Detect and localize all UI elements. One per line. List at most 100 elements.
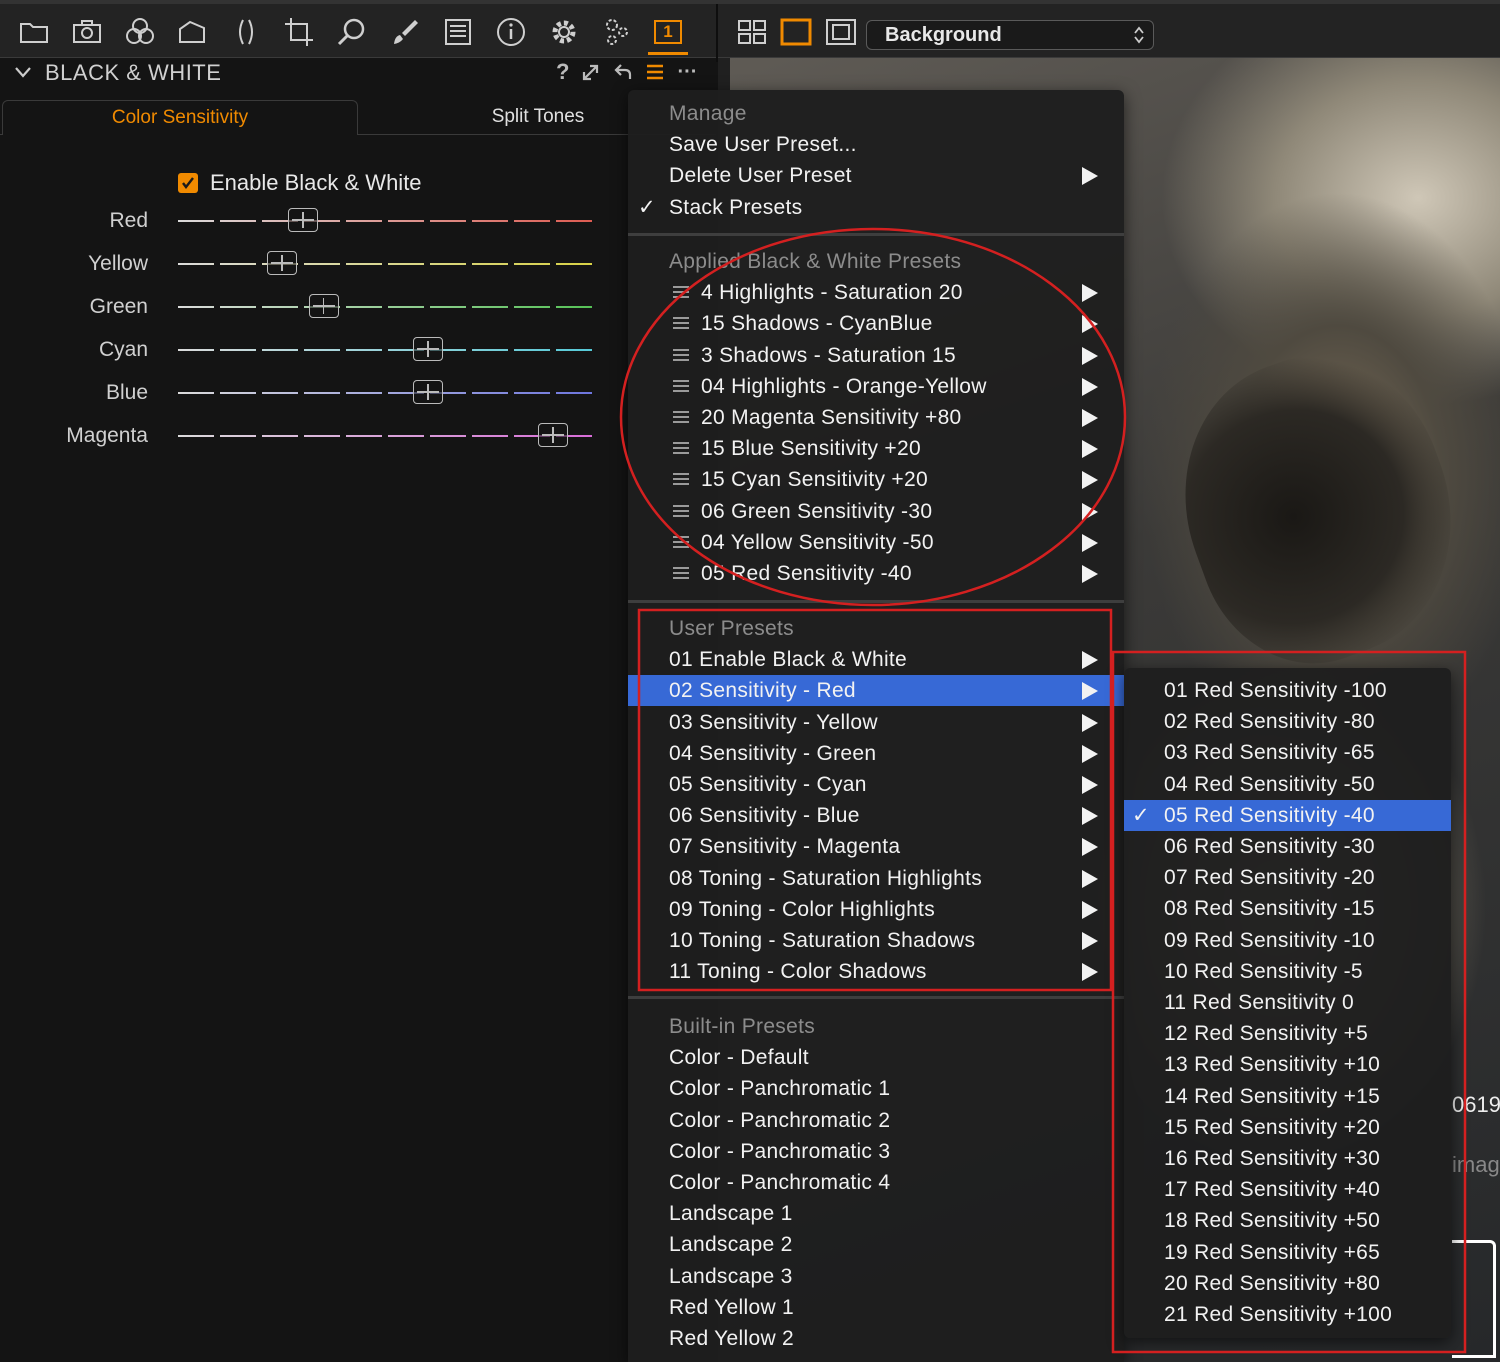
- menu-item-user-preset[interactable]: 05 Sensitivity - Cyan: [628, 769, 1124, 800]
- menu-item-manage[interactable]: Delete User Preset: [628, 160, 1124, 191]
- slider-thumb[interactable]: [288, 208, 319, 232]
- menu-item-builtin-preset[interactable]: Color - Panchromatic 2: [628, 1105, 1124, 1136]
- slider-thumb[interactable]: [413, 380, 444, 404]
- slider-track[interactable]: [178, 251, 595, 275]
- batch-icon[interactable]: [597, 12, 637, 52]
- menu-item-builtin-preset[interactable]: Color - Panchromatic 1: [628, 1073, 1124, 1104]
- enable-checkbox[interactable]: [178, 173, 198, 193]
- folder-icon[interactable]: [14, 12, 54, 52]
- submenu-item-red-sensitivity[interactable]: 09 Red Sensitivity -10: [1124, 925, 1451, 956]
- menu-header-applied: Applied Black & White Presets: [628, 246, 1124, 277]
- menu-item-label: Built-in Presets: [669, 1015, 816, 1038]
- menu-item-applied-preset[interactable]: 05 Red Sensitivity -40: [628, 558, 1124, 589]
- menu-item-manage[interactable]: Save User Preset...: [628, 129, 1124, 160]
- help-icon[interactable]: ?: [556, 59, 569, 85]
- grid-view-icon[interactable]: [732, 12, 772, 52]
- menu-item-builtin-preset[interactable]: Landscape 1: [628, 1198, 1124, 1229]
- menu-item-builtin-preset[interactable]: Landscape 3: [628, 1261, 1124, 1292]
- menu-item-applied-preset[interactable]: 4 Highlights - Saturation 20: [628, 277, 1124, 308]
- menu-item-user-preset[interactable]: 10 Toning - Saturation Shadows: [628, 925, 1124, 956]
- menu-item-manage[interactable]: Stack Presets ✓: [628, 192, 1124, 223]
- presets-menu-icon[interactable]: [645, 62, 665, 82]
- reset-icon[interactable]: [613, 62, 633, 82]
- collapse-chevron-icon[interactable]: [14, 66, 32, 80]
- menu-item-user-preset[interactable]: 04 Sensitivity - Green: [628, 738, 1124, 769]
- submenu-item-red-sensitivity[interactable]: 18 Red Sensitivity +50: [1124, 1205, 1451, 1236]
- submenu-item-red-sensitivity[interactable]: 11 Red Sensitivity 0: [1124, 987, 1451, 1018]
- slider-thumb[interactable]: [538, 423, 569, 447]
- menu-item-builtin-preset[interactable]: Landscape 2: [628, 1229, 1124, 1260]
- menu-item-builtin-preset[interactable]: Color - Panchromatic 3: [628, 1136, 1124, 1167]
- menu-item-user-preset[interactable]: 02 Sensitivity - Red: [628, 675, 1124, 707]
- more-options-icon[interactable]: ···: [677, 61, 697, 84]
- slider-thumb[interactable]: [308, 294, 339, 318]
- submenu-item-red-sensitivity[interactable]: 02 Red Sensitivity -80: [1124, 706, 1451, 737]
- menu-item-applied-preset[interactable]: 15 Shadows - CyanBlue: [628, 308, 1124, 339]
- tab-color-sensitivity[interactable]: Color Sensitivity: [2, 100, 358, 135]
- menu-item-builtin-preset[interactable]: Color - Panchromatic 4: [628, 1167, 1124, 1198]
- custom-tab-1[interactable]: 1: [648, 12, 688, 52]
- single-view-icon[interactable]: [776, 12, 816, 52]
- menu-item-applied-preset[interactable]: 06 Green Sensitivity -30: [628, 496, 1124, 527]
- menu-item-builtin-preset[interactable]: Red Yellow 1: [628, 1292, 1124, 1323]
- menu-item-applied-preset[interactable]: 15 Cyan Sensitivity +20: [628, 464, 1124, 495]
- submenu-item-red-sensitivity[interactable]: 06 Red Sensitivity -30: [1124, 831, 1451, 862]
- menu-item-applied-preset[interactable]: 3 Shadows - Saturation 15: [628, 340, 1124, 371]
- submenu-item-red-sensitivity[interactable]: 20 Red Sensitivity +80: [1124, 1268, 1451, 1299]
- fullscreen-view-icon[interactable]: [821, 12, 861, 52]
- menu-item-applied-preset[interactable]: 04 Highlights - Orange-Yellow: [628, 371, 1124, 402]
- submenu-item-red-sensitivity[interactable]: 03 Red Sensitivity -65: [1124, 737, 1451, 768]
- menu-item-user-preset[interactable]: 08 Toning - Saturation Highlights: [628, 863, 1124, 894]
- menu-item-user-preset[interactable]: 11 Toning - Color Shadows: [628, 956, 1124, 987]
- menu-item-user-preset[interactable]: 01 Enable Black & White: [628, 644, 1124, 675]
- submenu-item-red-sensitivity[interactable]: 12 Red Sensitivity +5: [1124, 1018, 1451, 1049]
- submenu-item-red-sensitivity[interactable]: 04 Red Sensitivity -50: [1124, 769, 1451, 800]
- menu-item-user-preset[interactable]: 07 Sensitivity - Magenta: [628, 831, 1124, 862]
- submenu-item-red-sensitivity[interactable]: 08 Red Sensitivity -15: [1124, 893, 1451, 924]
- slider-track[interactable]: [178, 380, 595, 404]
- slider-track[interactable]: [178, 294, 595, 318]
- submenu-item-red-sensitivity[interactable]: 17 Red Sensitivity +40: [1124, 1174, 1451, 1205]
- info-icon[interactable]: [491, 12, 531, 52]
- slider-thumb[interactable]: [267, 251, 298, 275]
- brush-icon[interactable]: [385, 12, 425, 52]
- submenu-item-red-sensitivity[interactable]: 21 Red Sensitivity +100: [1124, 1299, 1451, 1330]
- camera-icon[interactable]: [67, 12, 107, 52]
- loupe-icon[interactable]: [332, 12, 372, 52]
- menu-item-applied-preset[interactable]: 15 Blue Sensitivity +20: [628, 433, 1124, 464]
- slider-track[interactable]: [178, 423, 595, 447]
- background-select[interactable]: Background: [866, 20, 1154, 50]
- submenu-item-red-sensitivity[interactable]: 15 Red Sensitivity +20: [1124, 1112, 1451, 1143]
- menu-item-user-preset[interactable]: 06 Sensitivity - Blue: [628, 800, 1124, 831]
- submenu-item-red-sensitivity[interactable]: 10 Red Sensitivity -5: [1124, 956, 1451, 987]
- color-circles-icon[interactable]: [120, 12, 160, 52]
- menu-item-label: 15 Blue Sensitivity +20: [701, 437, 921, 461]
- slider-track[interactable]: [178, 208, 595, 232]
- submenu-item-red-sensitivity[interactable]: ✓ 05 Red Sensitivity -40: [1124, 799, 1451, 831]
- menu-item-builtin-preset[interactable]: Color - Default: [628, 1042, 1124, 1073]
- metadata-icon[interactable]: [438, 12, 478, 52]
- settings-icon[interactable]: [544, 12, 584, 52]
- submenu-item-red-sensitivity[interactable]: 19 Red Sensitivity +65: [1124, 1237, 1451, 1268]
- menu-item-user-preset[interactable]: 09 Toning - Color Highlights: [628, 894, 1124, 925]
- lens-icon[interactable]: [173, 12, 213, 52]
- menu-item-applied-preset[interactable]: 04 Yellow Sensitivity -50: [628, 527, 1124, 558]
- crop-icon[interactable]: [279, 12, 319, 52]
- submenu-arrow-icon: [1082, 651, 1098, 670]
- slider-thumb[interactable]: [413, 337, 444, 361]
- submenu-item-red-sensitivity[interactable]: 07 Red Sensitivity -20: [1124, 862, 1451, 893]
- submenu-item-red-sensitivity[interactable]: 14 Red Sensitivity +15: [1124, 1081, 1451, 1112]
- menu-item-label: 05 Red Sensitivity -40: [701, 562, 912, 585]
- enable-black-white-toggle[interactable]: Enable Black & White: [178, 170, 422, 196]
- menu-item-applied-preset[interactable]: 20 Magenta Sensitivity +80: [628, 402, 1124, 433]
- menu-item-builtin-preset[interactable]: Red Yellow 2: [628, 1323, 1124, 1354]
- submenu-item-red-sensitivity[interactable]: 13 Red Sensitivity +10: [1124, 1049, 1451, 1080]
- submenu-item-red-sensitivity[interactable]: 01 Red Sensitivity -100: [1124, 675, 1451, 706]
- submenu-item-red-sensitivity[interactable]: 16 Red Sensitivity +30: [1124, 1143, 1451, 1174]
- copy-apply-icon[interactable]: [581, 62, 601, 82]
- menu-separator: [628, 996, 1124, 999]
- slider-track[interactable]: [178, 337, 595, 361]
- menu-item-label: Color - Panchromatic 2: [669, 1108, 891, 1132]
- menu-item-user-preset[interactable]: 03 Sensitivity - Yellow: [628, 707, 1124, 738]
- keystone-icon[interactable]: [226, 12, 266, 52]
